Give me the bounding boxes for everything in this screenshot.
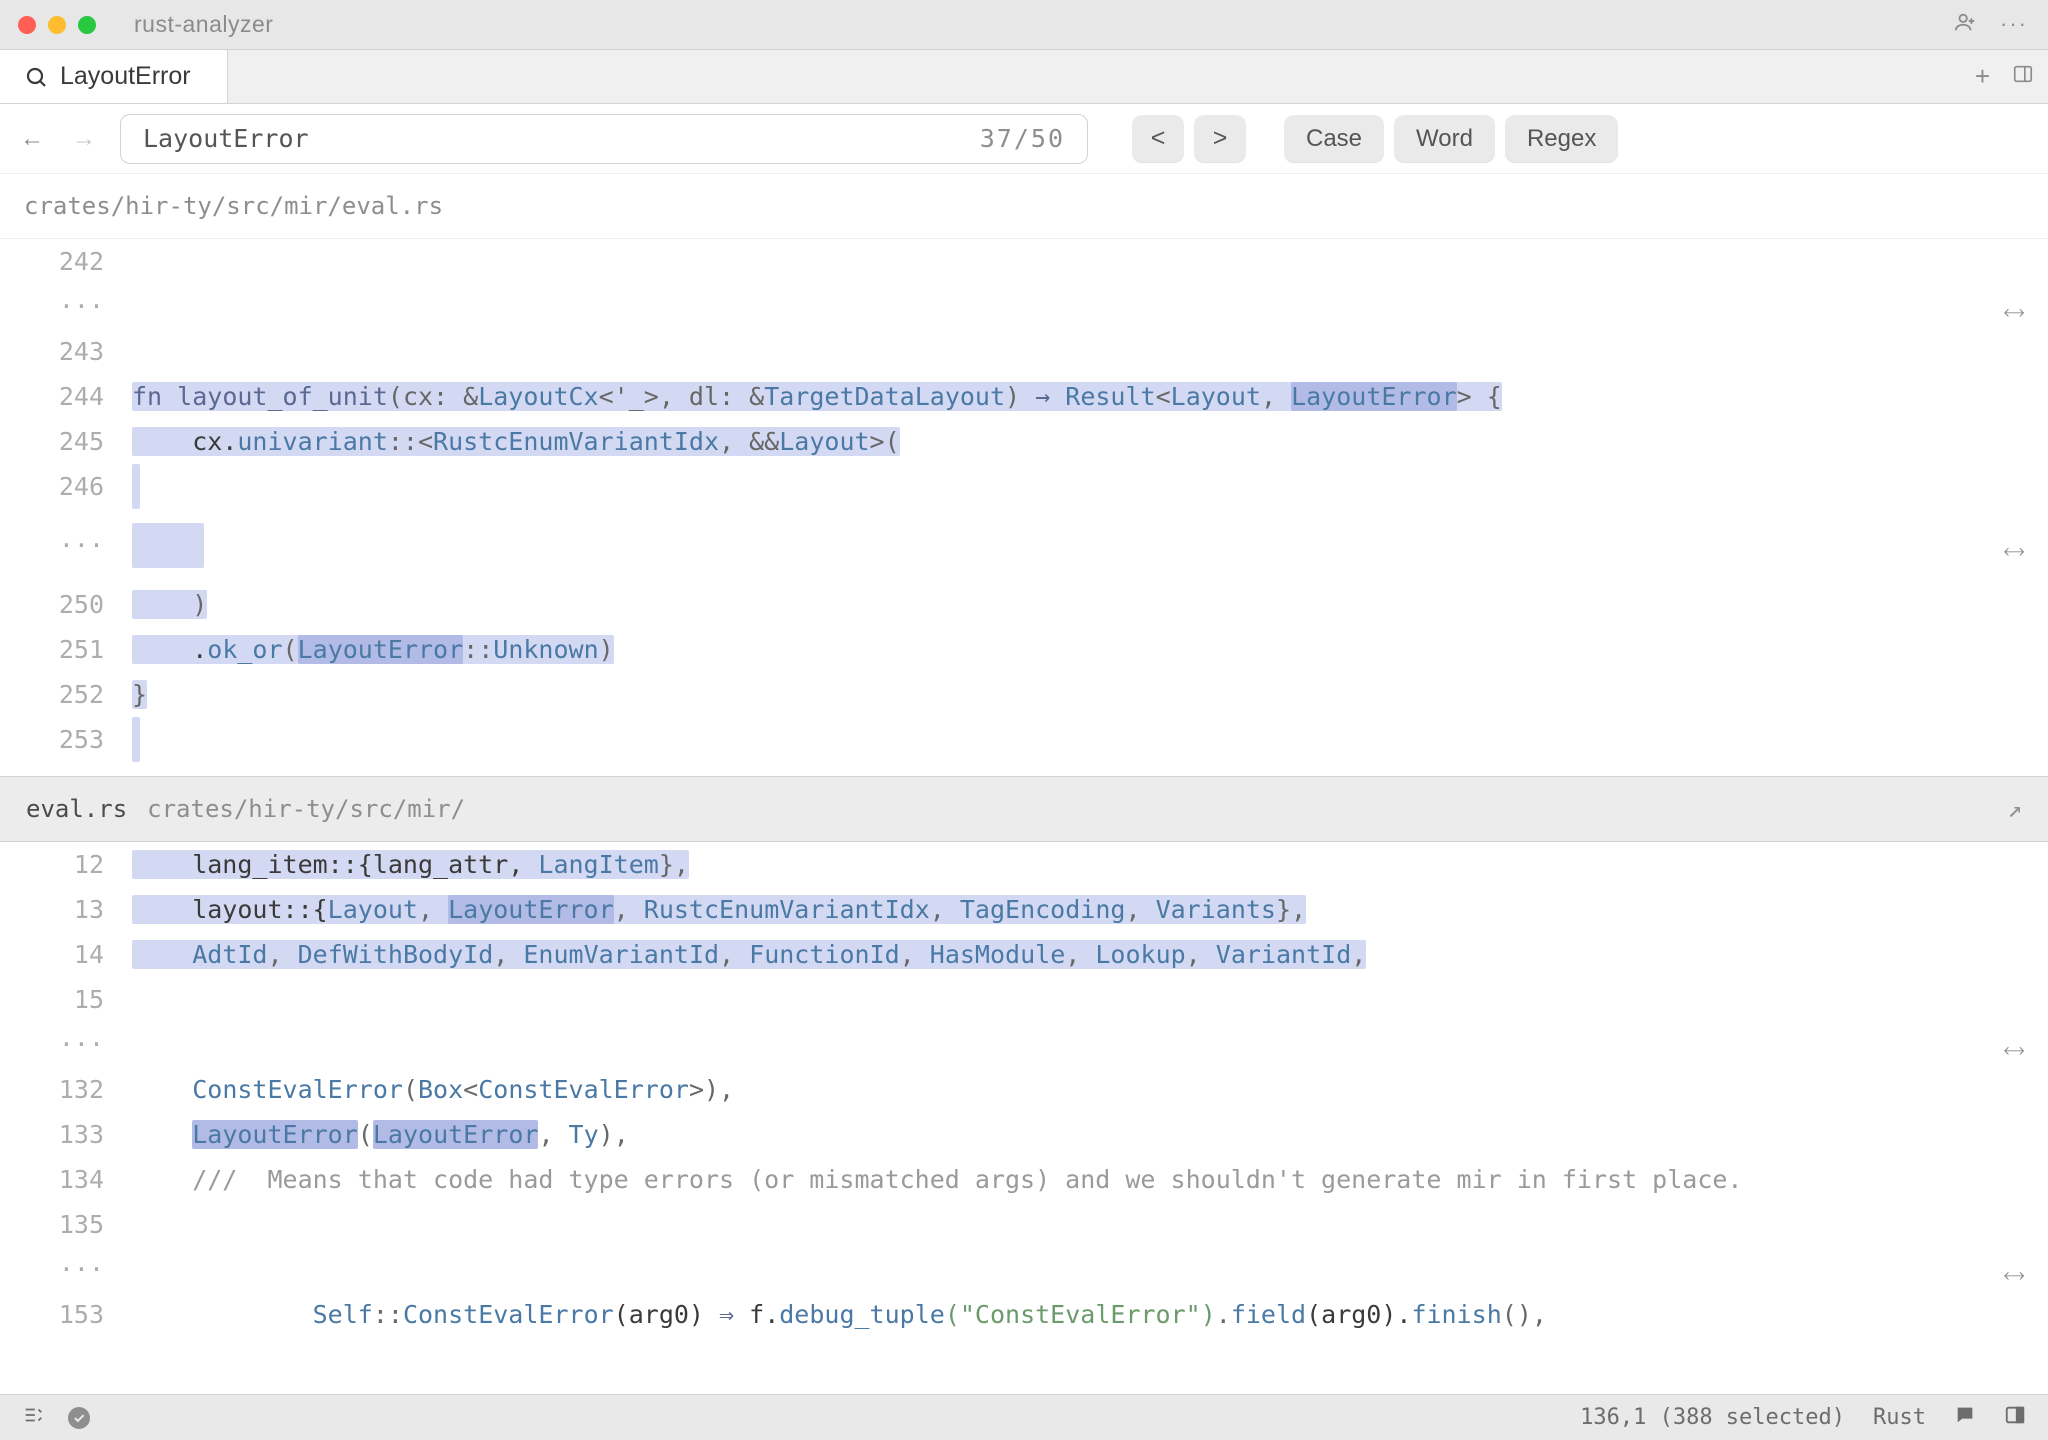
titlebar: rust-analyzer ···	[0, 0, 2048, 50]
gutter-line: 250	[0, 582, 132, 627]
gutter-line: 253	[0, 717, 132, 776]
gutter-line: 133	[0, 1112, 132, 1157]
gutter-line: 12	[0, 842, 132, 887]
project-panel-icon[interactable]	[22, 1404, 44, 1432]
pane-filepath: crates/hir-ty/src/mir/	[147, 795, 465, 823]
gutter-line: 246	[0, 464, 132, 523]
feedback-icon[interactable]	[1954, 1404, 1976, 1432]
search-match: LayoutError	[1291, 382, 1457, 411]
gutter-line: 251	[0, 627, 132, 672]
split-panel-icon[interactable]	[2012, 63, 2034, 90]
pane-header[interactable]: eval.rs crates/hir-ty/src/mir/ ↗	[0, 776, 2048, 842]
next-match-button[interactable]: >	[1194, 115, 1246, 163]
language-mode[interactable]: Rust	[1873, 1405, 1926, 1430]
search-match-count: 37/50	[980, 124, 1065, 153]
case-toggle[interactable]: Case	[1284, 115, 1384, 163]
prev-match-button[interactable]: <	[1132, 115, 1184, 163]
gutter-line: 245	[0, 419, 132, 464]
gutter-line: 242	[0, 239, 132, 284]
forward-button[interactable]: →	[72, 125, 96, 153]
back-button[interactable]: ←	[20, 125, 44, 153]
window-controls	[18, 16, 96, 34]
gutter-fold[interactable]: ···	[0, 284, 132, 329]
gutter-line: 135	[0, 1202, 132, 1247]
close-window-button[interactable]	[18, 16, 36, 34]
window-title: rust-analyzer	[134, 11, 273, 38]
cursor-position[interactable]: 136,1 (388 selected)	[1580, 1405, 1845, 1430]
gutter-fold[interactable]: ···	[0, 523, 132, 582]
minimize-window-button[interactable]	[48, 16, 66, 34]
maximize-window-button[interactable]	[78, 16, 96, 34]
gutter-fold[interactable]: ···	[0, 1247, 132, 1292]
expand-fold-icon[interactable]	[1992, 530, 2035, 573]
expand-fold-icon[interactable]	[1992, 291, 2035, 334]
gutter-fold[interactable]: ···	[0, 1022, 132, 1067]
gutter-line: 252	[0, 672, 132, 717]
search-match: LayoutError	[373, 1120, 539, 1149]
tab-strip: LayoutError +	[0, 50, 2048, 104]
search-input[interactable]: LayoutError 37/50	[120, 114, 1088, 164]
search-match: LayoutError	[192, 1120, 358, 1149]
gutter-line: 134	[0, 1157, 132, 1202]
panel-toggle-icon[interactable]	[2004, 1404, 2026, 1432]
regex-toggle[interactable]: Regex	[1505, 115, 1618, 163]
pane-filename: eval.rs	[26, 795, 127, 823]
search-query-text: LayoutError	[143, 124, 980, 153]
gutter-line: 153	[0, 1292, 132, 1337]
search-match: LayoutError	[448, 895, 614, 924]
gutter-line: 15	[0, 977, 132, 1022]
new-tab-button[interactable]: +	[1975, 61, 1990, 92]
collaborate-icon[interactable]	[1954, 11, 1976, 38]
search-toolbar: ← → LayoutError 37/50 < > Case Word Rege…	[0, 104, 2048, 174]
editor-pane-2[interactable]: 12 lang_item::{lang_attr, LangItem}, 13 …	[0, 842, 2048, 1337]
expand-fold-icon[interactable]	[1992, 1029, 2035, 1072]
tab-search-layouterror[interactable]: LayoutError	[0, 50, 228, 103]
search-match: LayoutError	[298, 635, 464, 664]
breadcrumb[interactable]: crates/hir-ty/src/mir/eval.rs	[0, 174, 2048, 239]
gutter-line: 243	[0, 329, 132, 374]
editor-pane-1[interactable]: 242 ··· 243 244fn layout_of_unit(cx: &La…	[0, 239, 2048, 776]
tab-label: LayoutError	[60, 62, 191, 91]
diagnostics-icon[interactable]	[68, 1407, 90, 1429]
gutter-line: 13	[0, 887, 132, 932]
search-icon	[24, 65, 48, 89]
gutter-line: 132	[0, 1067, 132, 1112]
expand-pane-icon[interactable]: ↗	[2008, 795, 2022, 823]
gutter-line: 244	[0, 374, 132, 419]
word-toggle[interactable]: Word	[1394, 115, 1495, 163]
gutter-line: 14	[0, 932, 132, 977]
status-bar: 136,1 (388 selected) Rust	[0, 1394, 2048, 1440]
expand-fold-icon[interactable]	[1992, 1254, 2035, 1297]
more-icon[interactable]: ···	[2000, 11, 2028, 38]
